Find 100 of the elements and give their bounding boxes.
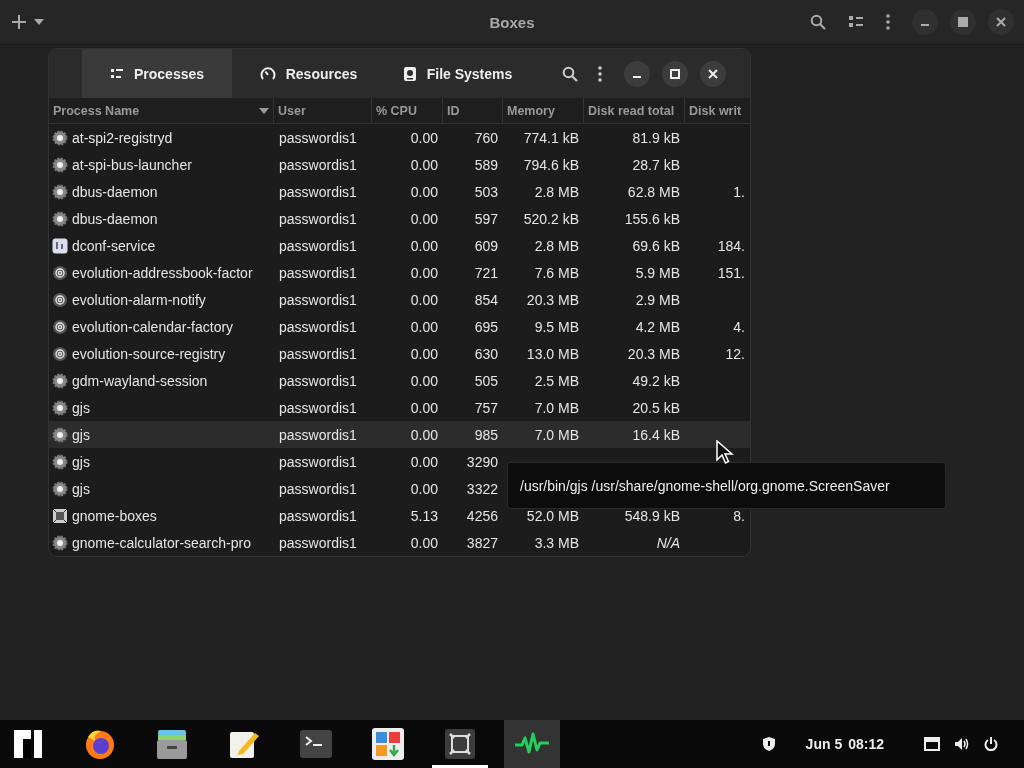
table-cell: passwordis1: [279, 372, 357, 389]
process-name: evolution-source-registry: [72, 345, 226, 362]
list-view-icon[interactable]: [848, 15, 864, 29]
table-cell: 0.00: [410, 156, 438, 173]
gear-icon: [52, 534, 68, 551]
process-name: gnome-boxes: [72, 507, 157, 524]
table-cell: 5.9 MB: [635, 264, 680, 281]
app-icon: [52, 237, 68, 254]
table-cell: 589: [474, 156, 498, 173]
column-header[interactable]: Disk writ: [685, 98, 750, 123]
process-name: evolution-addressbook-factor: [72, 264, 253, 281]
table-cell: passwordis1: [279, 480, 357, 497]
close-button[interactable]: [988, 9, 1014, 35]
minimize-button[interactable]: [624, 60, 650, 87]
column-header[interactable]: Memory: [503, 98, 584, 123]
table-cell: 2.8 MB: [534, 183, 579, 200]
table-cell: 52.0 MB: [526, 507, 579, 524]
logo-icon[interactable]: [13, 729, 43, 759]
table-cell: 3290: [466, 453, 498, 470]
close-button[interactable]: [700, 60, 726, 87]
tab[interactable]: File Systems: [385, 49, 530, 98]
gear-icon: [52, 372, 68, 389]
table-cell: 854: [474, 291, 498, 308]
window-title: Boxes: [489, 13, 535, 31]
table-cell: 0.00: [410, 399, 438, 416]
at-sign-icon: [52, 264, 68, 281]
row-highlight[interactable]: gjs passwordis1 0.00 985 7.0 MB 16.4 kB: [49, 421, 750, 448]
taskbar-app[interactable]: [504, 720, 560, 768]
process-name: evolution-alarm-notify: [72, 291, 206, 308]
table-cell: 4.2 MB: [635, 318, 680, 335]
at-sign-icon: [52, 345, 68, 362]
tooltip: /usr/bin/gjs /usr/share/gnome-shell/org.gnome.ScreenSaver: [507, 462, 946, 509]
table-cell: 597: [474, 210, 498, 227]
table-cell: 0.00: [410, 426, 438, 443]
at-sign-icon: [52, 318, 68, 335]
activity-icon[interactable]: [514, 732, 550, 756]
table-cell: passwordis1: [279, 453, 357, 470]
process-name: dbus-daemon: [72, 183, 158, 200]
clock[interactable]: 08:12: [848, 736, 884, 752]
volume-icon[interactable]: [954, 737, 970, 751]
table-cell: 20.3 MB: [526, 291, 579, 308]
table-cell: 5.13: [410, 507, 438, 524]
process-name: gjs: [72, 480, 90, 497]
shield-icon[interactable]: [761, 736, 776, 752]
table-cell: passwordis1: [279, 183, 357, 200]
terminal-icon[interactable]: [299, 729, 333, 759]
frame-icon[interactable]: [444, 728, 476, 760]
pointer-icon: [716, 440, 734, 464]
table-cell: 4.: [733, 318, 745, 335]
table-cell: passwordis1: [279, 426, 357, 443]
maximize-button[interactable]: [662, 60, 688, 87]
column-header[interactable]: Process Name: [49, 98, 274, 123]
table-cell: 20.5 kB: [632, 399, 680, 416]
maximize-button[interactable]: [950, 9, 976, 35]
table-cell: 7.6 MB: [534, 264, 579, 281]
search-icon[interactable]: [562, 65, 578, 82]
minimize-icon: [633, 75, 641, 78]
minimize-button[interactable]: [912, 9, 938, 35]
process-name: gjs: [72, 453, 90, 470]
column-header[interactable]: User: [274, 98, 372, 123]
table-cell: 62.8 MB: [627, 183, 680, 200]
gear-icon: [52, 453, 68, 470]
table-cell: passwordis1: [279, 399, 357, 416]
table-cell: 695: [474, 318, 498, 335]
menu-icon[interactable]: [886, 14, 890, 30]
process-name: gnome-calculator-search-pro: [72, 534, 251, 551]
power-icon[interactable]: [984, 737, 998, 751]
network-icon[interactable]: [924, 737, 940, 751]
process-name: gjs: [72, 426, 90, 443]
gear-icon: [52, 129, 68, 146]
table-cell: 609: [474, 237, 498, 254]
at-sign-icon: [52, 291, 68, 308]
menu-icon[interactable]: [598, 65, 602, 82]
table-cell: passwordis1: [279, 534, 357, 551]
table-cell: passwordis1: [279, 345, 357, 362]
table-cell: passwordis1: [279, 156, 357, 173]
table-cell: 69.6 kB: [632, 237, 680, 254]
table-cell: 7.0 MB: [534, 426, 579, 443]
search-icon[interactable]: [810, 14, 826, 30]
table-cell: 151.: [717, 264, 745, 281]
date[interactable]: Jun 5: [805, 736, 843, 752]
column-header[interactable]: Disk read total: [584, 98, 685, 123]
table-cell: 16.4 kB: [632, 426, 680, 443]
table-cell: 0.00: [410, 183, 438, 200]
column-header[interactable]: ID: [443, 98, 503, 123]
caret-icon[interactable]: [34, 19, 44, 25]
drive-icon: [402, 65, 417, 82]
table-cell: 0.00: [410, 480, 438, 497]
table-cell: 2.9 MB: [635, 291, 680, 308]
plus-icon[interactable]: [10, 13, 28, 31]
table-cell: 3827: [466, 534, 498, 551]
column-header[interactable]: % CPU: [372, 98, 443, 123]
app-grid-icon[interactable]: [371, 727, 405, 761]
process-name: evolution-calendar-factory: [72, 318, 234, 335]
tab[interactable]: Processes: [82, 49, 232, 98]
gear-icon: [52, 183, 68, 200]
table-cell: passwordis1: [279, 507, 357, 524]
tab[interactable]: Resources: [232, 49, 385, 98]
file-cabinet-icon[interactable]: [155, 727, 189, 761]
table-cell: passwordis1: [279, 318, 357, 335]
